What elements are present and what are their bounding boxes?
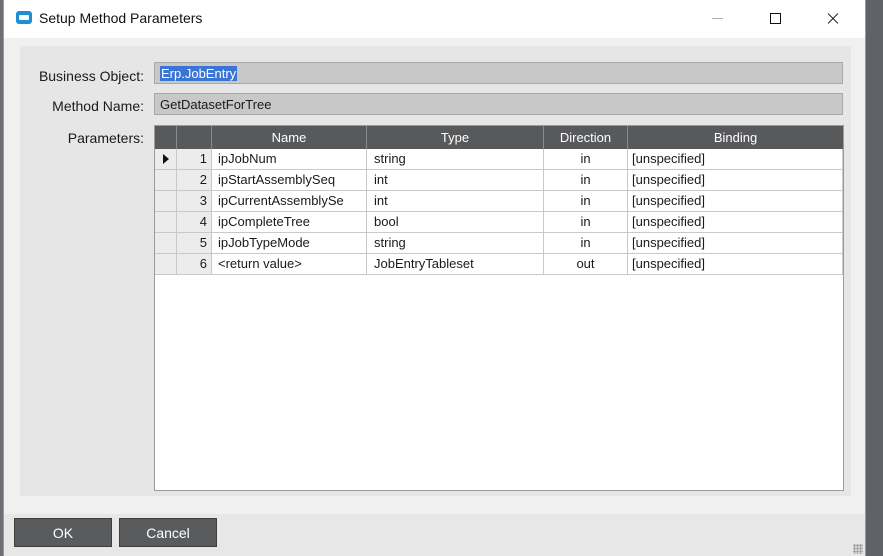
window-title: Setup Method Parameters [39,10,203,26]
minimize-icon[interactable] [694,0,740,38]
parameters-label: Parameters: [67,130,144,146]
cell-type[interactable]: string [367,233,544,254]
business-object-label: Business Object: [38,68,144,84]
grid-header-rownum [177,126,212,149]
cell-direction[interactable]: in [544,191,628,212]
cell-direction[interactable]: out [544,254,628,275]
row-selector[interactable] [155,149,177,170]
table-row[interactable]: 6 <return value> JobEntryTableset out [u… [155,254,843,275]
ok-button[interactable]: OK [14,518,112,547]
dialog-icon [16,11,32,24]
table-row[interactable]: 3 ipCurrentAssemblySe int in [unspecifie… [155,191,843,212]
parameters-grid[interactable]: Name Type Direction Binding 1 ipJobNum s… [154,125,844,491]
cell-binding[interactable]: [unspecified] [628,149,843,170]
cell-binding[interactable]: [unspecified] [628,170,843,191]
table-row[interactable]: 5 ipJobTypeMode string in [unspecified] [155,233,843,254]
cell-name[interactable]: <return value> [212,254,367,275]
cell-name[interactable]: ipCompleteTree [212,212,367,233]
cell-binding[interactable]: [unspecified] [628,254,843,275]
cell-name[interactable]: ipCurrentAssemblySe [212,191,367,212]
row-number: 2 [177,170,212,191]
cell-type[interactable]: int [367,170,544,191]
cell-binding[interactable]: [unspecified] [628,212,843,233]
resize-grip-icon[interactable] [853,544,863,554]
table-row[interactable]: 2 ipStartAssemblySeq int in [unspecified… [155,170,843,191]
cell-name[interactable]: ipJobTypeMode [212,233,367,254]
table-row[interactable]: 1 ipJobNum string in [unspecified] [155,149,843,170]
table-row[interactable]: 4 ipCompleteTree bool in [unspecified] [155,212,843,233]
cell-type[interactable]: JobEntryTableset [367,254,544,275]
cell-direction[interactable]: in [544,149,628,170]
dialog-footer: OK Cancel [4,514,865,556]
cell-name[interactable]: ipStartAssemblySeq [212,170,367,191]
cancel-button[interactable]: Cancel [119,518,217,547]
column-header-binding[interactable]: Binding [628,126,843,149]
cell-binding[interactable]: [unspecified] [628,233,843,254]
parameters-panel: Business Object: Erp.JobEntry Method Nam… [20,46,851,496]
cell-type[interactable]: int [367,191,544,212]
cell-type[interactable]: string [367,149,544,170]
row-selector[interactable] [155,254,177,275]
row-selector[interactable] [155,191,177,212]
row-selector[interactable] [155,233,177,254]
cell-type[interactable]: bool [367,212,544,233]
title-bar[interactable]: Setup Method Parameters [4,0,865,38]
grid-header-selector [155,126,177,149]
business-object-value[interactable]: Erp.JobEntry [160,66,238,81]
cell-direction[interactable]: in [544,233,628,254]
column-header-name[interactable]: Name [212,126,367,149]
method-name-label: Method Name: [52,98,144,114]
row-selector[interactable] [155,170,177,191]
row-selector[interactable] [155,212,177,233]
method-name-value[interactable]: GetDatasetForTree [160,97,272,112]
row-number: 1 [177,149,212,170]
maximize-icon[interactable] [752,0,798,38]
cell-name[interactable]: ipJobNum [212,149,367,170]
row-number: 4 [177,212,212,233]
setup-method-parameters-dialog: Setup Method Parameters Business Object:… [4,0,865,556]
cell-binding[interactable]: [unspecified] [628,191,843,212]
column-header-direction[interactable]: Direction [544,126,628,149]
business-object-field[interactable]: Erp.JobEntry [154,62,843,84]
row-number: 5 [177,233,212,254]
row-number: 6 [177,254,212,275]
row-number: 3 [177,191,212,212]
cell-direction[interactable]: in [544,170,628,191]
method-name-field[interactable]: GetDatasetForTree [154,93,843,115]
cell-direction[interactable]: in [544,212,628,233]
column-header-type[interactable]: Type [367,126,544,149]
row-pointer-icon [163,154,169,164]
close-icon[interactable] [810,0,856,38]
